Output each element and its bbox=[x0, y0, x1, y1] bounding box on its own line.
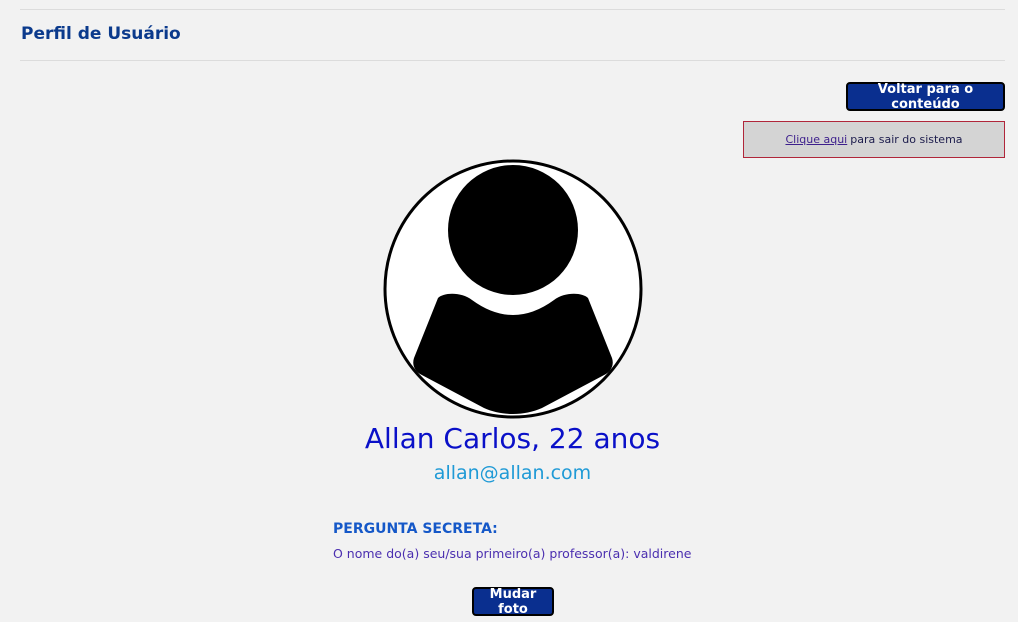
logout-link[interactable]: Clique aqui bbox=[785, 133, 847, 146]
user-silhouette-icon bbox=[382, 158, 644, 420]
profile-page: Perfil de Usuário Voltar para o conteúdo… bbox=[0, 0, 1018, 622]
change-photo-button[interactable]: Mudar foto bbox=[472, 587, 554, 617]
user-name-age: Allan Carlos, 22 anos bbox=[364, 422, 661, 455]
secret-question-value: O nome do(a) seu/sua primeiro(a) profess… bbox=[333, 546, 692, 561]
user-email: allan@allan.com bbox=[433, 462, 592, 484]
page-title: Perfil de Usuário bbox=[21, 24, 181, 44]
logout-message: para sair do sistema bbox=[850, 133, 963, 146]
back-to-content-button[interactable]: Voltar para o conteúdo bbox=[846, 82, 1005, 112]
header-top-divider bbox=[20, 9, 1005, 10]
secret-question-label: PERGUNTA SECRETA: bbox=[333, 521, 498, 537]
logout-notice: Clique aqui para sair do sistema bbox=[743, 121, 1005, 158]
header-bottom-divider bbox=[20, 60, 1005, 61]
